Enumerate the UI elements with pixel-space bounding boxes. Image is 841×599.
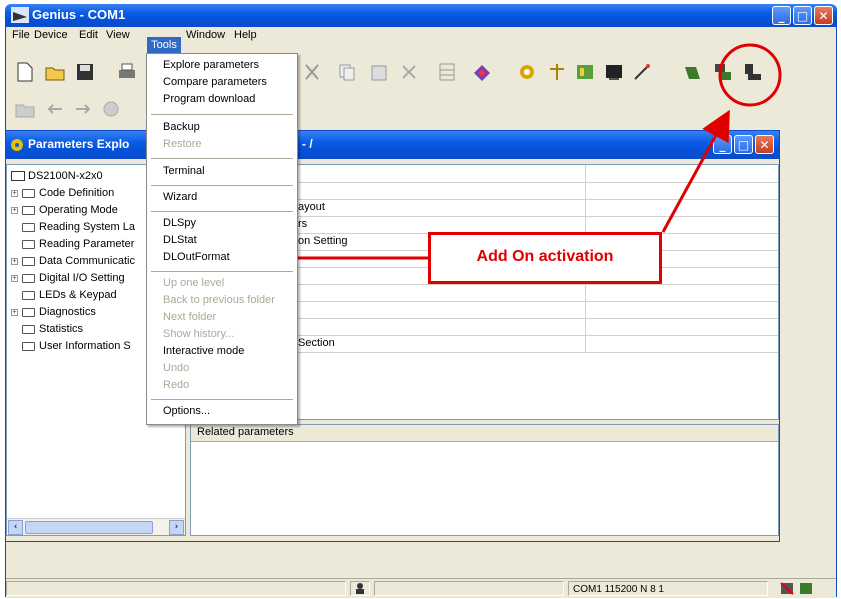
menu-wizard[interactable]: Wizard bbox=[163, 191, 197, 203]
menu-up-one-level: Up one level bbox=[163, 277, 225, 289]
menu-options[interactable]: Options... bbox=[163, 405, 210, 417]
menu-dlstat[interactable]: DLStat bbox=[163, 234, 197, 246]
menu-dloutformat[interactable]: DLOutFormat bbox=[163, 251, 230, 263]
menu-restore: Restore bbox=[163, 138, 202, 150]
menu-separator bbox=[151, 271, 293, 272]
menu-backup[interactable]: Backup bbox=[163, 121, 200, 133]
annotation-text: Add On activation bbox=[476, 248, 614, 265]
tools-dropdown: Explore parameters Compare parameters Pr… bbox=[146, 53, 298, 425]
menu-back-previous-folder: Back to previous folder bbox=[163, 294, 275, 306]
menu-explore-parameters[interactable]: Explore parameters bbox=[163, 59, 259, 71]
menu-show-history: Show history... bbox=[163, 328, 235, 340]
menu-next-folder: Next folder bbox=[163, 311, 217, 323]
menu-redo: Redo bbox=[163, 379, 190, 391]
annotation-overlay bbox=[246, 43, 782, 273]
menu-undo: Undo bbox=[163, 362, 190, 374]
menu-separator bbox=[151, 399, 293, 400]
menu-compare-parameters[interactable]: Compare parameters bbox=[163, 76, 267, 88]
menu-separator bbox=[151, 158, 293, 159]
annotation-arrow-up bbox=[661, 109, 730, 233]
menu-separator bbox=[151, 185, 293, 186]
annotation-callout: Add On activation bbox=[428, 232, 662, 284]
menu-terminal[interactable]: Terminal bbox=[163, 165, 205, 177]
annotation-circle bbox=[718, 43, 782, 107]
menu-interactive-mode[interactable]: Interactive mode bbox=[163, 345, 244, 357]
menu-separator bbox=[151, 211, 293, 212]
menu-separator bbox=[151, 114, 293, 115]
menu-dlspy[interactable]: DLSpy bbox=[163, 217, 196, 229]
menu-program-download[interactable]: Program download bbox=[163, 93, 255, 105]
